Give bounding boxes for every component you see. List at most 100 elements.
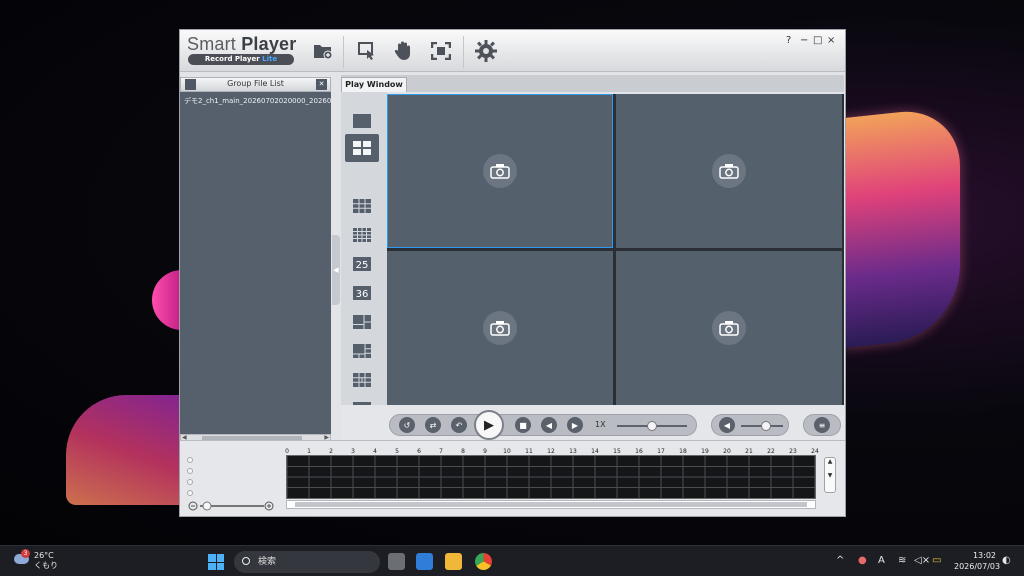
hour-label: 10 <box>503 448 511 455</box>
step-back-icon[interactable]: ◀ <box>541 417 557 433</box>
temperature: 26°C <box>34 551 54 560</box>
layout-9-icon[interactable] <box>351 197 373 215</box>
hour-label: 2 <box>329 448 333 455</box>
layout-custom-3-icon[interactable] <box>351 371 373 389</box>
hand-icon[interactable] <box>390 38 416 64</box>
hour-label: 12 <box>547 448 555 455</box>
hour-label: 21 <box>745 448 753 455</box>
fullscreen-icon[interactable] <box>428 38 454 64</box>
chrome-icon[interactable] <box>475 553 492 570</box>
timeline-scrollbar[interactable] <box>286 500 816 509</box>
file-list: デモ2_ch1_main_20260702020000_202607 <box>180 92 331 435</box>
hour-label: 24 <box>811 448 819 455</box>
settings-gear-icon[interactable] <box>473 38 499 64</box>
adjust-settings-icon[interactable]: ≡ <box>814 417 830 433</box>
video-pane[interactable] <box>387 251 613 405</box>
collapse-panel-button[interactable]: ◀ <box>332 235 340 305</box>
timeline-zoom <box>188 497 274 511</box>
hour-label: 8 <box>461 448 465 455</box>
loop-icon[interactable]: ↺ <box>399 417 415 433</box>
open-folder-icon[interactable] <box>310 38 336 64</box>
scrollbar-thumb[interactable] <box>295 502 807 507</box>
layout-custom-2-icon[interactable] <box>351 342 373 360</box>
start-button[interactable] <box>208 554 224 570</box>
layout-4-icon[interactable] <box>345 134 379 162</box>
layout-custom-1-icon[interactable] <box>351 313 373 331</box>
step-forward-icon[interactable]: ▶ <box>567 417 583 433</box>
timeline-track[interactable] <box>286 455 816 499</box>
taskbar: 3 26°C くもり 検索 ^ ● A ≋ ◁× ▭ 13:02 2026/07/… <box>0 545 1024 576</box>
ime-indicator[interactable]: A <box>878 555 885 566</box>
group-file-list-header: Group File List ✕ <box>180 77 331 92</box>
volume-icon[interactable]: ◀ <box>719 417 735 433</box>
taskbar-search[interactable]: 検索 <box>234 551 380 573</box>
layout-1-icon[interactable] <box>351 112 373 130</box>
hour-label: 7 <box>439 448 443 455</box>
minimize-button[interactable]: − <box>800 35 808 46</box>
hour-label: 16 <box>635 448 643 455</box>
play-button[interactable]: ▶ <box>474 410 504 440</box>
camera-icon <box>483 311 517 345</box>
hour-label: 19 <box>701 448 709 455</box>
app-title: Smart Player <box>187 34 297 54</box>
group-file-list-title: Group File List <box>227 79 284 88</box>
tray-overflow-icon[interactable]: ^ <box>836 555 844 566</box>
wifi-icon[interactable]: ≋ <box>898 555 906 566</box>
stop-icon[interactable]: ■ <box>515 417 531 433</box>
microphone-icon[interactable]: ● <box>858 555 867 566</box>
help-button[interactable]: ? <box>786 35 791 46</box>
channel-indicator[interactable] <box>187 479 193 485</box>
search-icon <box>242 557 250 565</box>
rewind-icon[interactable]: ↶ <box>451 417 467 433</box>
channel-indicator[interactable] <box>187 468 193 474</box>
video-pane[interactable] <box>387 94 613 248</box>
app-subtitle: Record Player Lite <box>188 54 294 65</box>
notifications-icon[interactable]: ◐ <box>1002 555 1011 566</box>
hour-label: 11 <box>525 448 533 455</box>
channel-indicator[interactable] <box>187 490 193 496</box>
hour-label: 1 <box>307 448 311 455</box>
speed-slider-knob[interactable] <box>647 421 657 431</box>
clock[interactable]: 13:02 2026/07/03 <box>954 550 1000 572</box>
trash-icon[interactable]: ✕ <box>316 79 327 90</box>
wallpaper-ribbon <box>842 105 960 349</box>
hour-label: 17 <box>657 448 665 455</box>
tab-strip: Play Window <box>341 75 844 92</box>
timeline-grid <box>286 456 816 498</box>
close-button[interactable]: × <box>827 35 835 46</box>
toolbar-divider <box>463 36 464 68</box>
camera-icon <box>712 154 746 188</box>
layout-36-icon[interactable]: 36 <box>351 284 373 302</box>
hour-label: 4 <box>373 448 377 455</box>
channel-indicator[interactable] <box>187 457 193 463</box>
tab-play-window[interactable]: Play Window <box>341 77 407 92</box>
camera-icon <box>712 311 746 345</box>
layout-36-label: 36 <box>356 289 369 300</box>
toolbar-divider <box>343 36 344 68</box>
video-pane[interactable] <box>616 251 842 405</box>
video-pane[interactable] <box>616 94 842 248</box>
speaker-muted-icon[interactable]: ◁× <box>914 555 930 566</box>
layout-16-icon[interactable] <box>351 226 373 244</box>
notification-badge: 3 <box>21 549 30 558</box>
list-item[interactable]: デモ2_ch1_main_20260702020000_202607 <box>184 96 331 106</box>
hour-label: 14 <box>591 448 599 455</box>
store-icon[interactable] <box>416 553 433 570</box>
layout-25-label: 25 <box>356 260 369 271</box>
select-pointer-icon[interactable] <box>354 38 380 64</box>
hour-label: 22 <box>767 448 775 455</box>
hour-label: 13 <box>569 448 577 455</box>
sync-icon[interactable]: ⇄ <box>425 417 441 433</box>
timeline-vertical-scroll[interactable]: ▲ ▼ <box>824 457 836 493</box>
playback-controls: ↺ ⇄ ↶ ▶ ■ ◀ ▶ 1X ◀ ≡ <box>341 405 844 440</box>
wallpaper-ribbon <box>66 395 181 505</box>
maximize-button[interactable]: □ <box>813 35 822 46</box>
task-view-icon[interactable] <box>388 553 405 570</box>
title-bar: Smart Player Record Player Lite ? − □ × <box>180 30 845 72</box>
weather-condition: くもり <box>34 561 58 570</box>
hour-label: 20 <box>723 448 731 455</box>
file-explorer-icon[interactable] <box>445 553 462 570</box>
search-placeholder: 検索 <box>258 557 277 567</box>
layout-25-icon[interactable]: 25 <box>351 255 373 273</box>
battery-icon[interactable]: ▭ <box>932 555 941 566</box>
